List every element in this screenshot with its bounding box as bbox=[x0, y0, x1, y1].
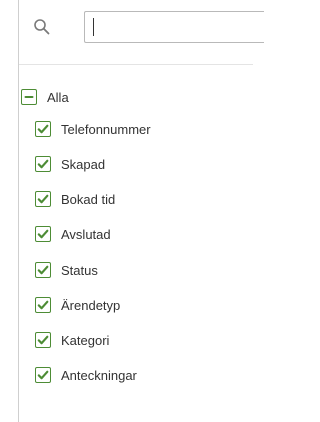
select-all-row[interactable]: Alla bbox=[21, 84, 69, 110]
text-caret bbox=[93, 18, 94, 36]
checkmark-icon bbox=[37, 370, 49, 380]
divider bbox=[19, 64, 253, 65]
filter-item-label: Avslutad bbox=[61, 226, 111, 242]
filter-item-label: Kategori bbox=[61, 332, 110, 348]
checkmark-icon bbox=[37, 265, 49, 275]
checkmark-icon bbox=[37, 194, 49, 204]
filter-item-checkbox[interactable] bbox=[35, 367, 51, 383]
filter-item[interactable]: Anteckningar bbox=[35, 362, 137, 388]
filter-item[interactable]: Skapad bbox=[35, 151, 105, 177]
checkmark-icon bbox=[37, 300, 49, 310]
column-filter-panel: Alla Telefonnummer Skapad Bokad tid Avsluta… bbox=[18, 0, 264, 422]
filter-item[interactable]: Kategori bbox=[35, 327, 109, 353]
filter-item[interactable]: Avslutad bbox=[35, 221, 111, 247]
checkmark-icon bbox=[37, 229, 49, 239]
filter-item-checkbox[interactable] bbox=[35, 226, 51, 242]
filter-item-checkbox[interactable] bbox=[35, 121, 51, 137]
filter-item-label: Telefonnummer bbox=[61, 121, 151, 137]
filter-item[interactable]: Status bbox=[35, 257, 98, 283]
select-all-label: Alla bbox=[47, 89, 69, 105]
select-all-checkbox[interactable] bbox=[21, 89, 37, 105]
checkmark-icon bbox=[37, 124, 49, 134]
search-row bbox=[19, 0, 264, 56]
filter-item-label: Bokad tid bbox=[61, 191, 116, 207]
filter-item-checkbox[interactable] bbox=[35, 262, 51, 278]
filter-item-label: Ärendetyp bbox=[61, 297, 121, 313]
filter-item-checkbox[interactable] bbox=[35, 297, 51, 313]
filter-item[interactable]: Bokad tid bbox=[35, 186, 115, 212]
minus-icon bbox=[24, 96, 34, 98]
filter-item-label: Anteckningar bbox=[61, 367, 137, 383]
filter-item[interactable]: Telefonnummer bbox=[35, 116, 151, 142]
search-input[interactable] bbox=[84, 11, 264, 43]
filter-item-checkbox[interactable] bbox=[35, 156, 51, 172]
filter-item-checkbox[interactable] bbox=[35, 191, 51, 207]
checkmark-icon bbox=[37, 335, 49, 345]
filter-item[interactable]: Ärendetyp bbox=[35, 292, 120, 318]
filter-item-label: Status bbox=[61, 262, 98, 278]
filter-item-label: Skapad bbox=[61, 156, 106, 172]
search-icon bbox=[33, 18, 51, 36]
checkmark-icon bbox=[37, 159, 49, 169]
filter-item-checkbox[interactable] bbox=[35, 332, 51, 348]
